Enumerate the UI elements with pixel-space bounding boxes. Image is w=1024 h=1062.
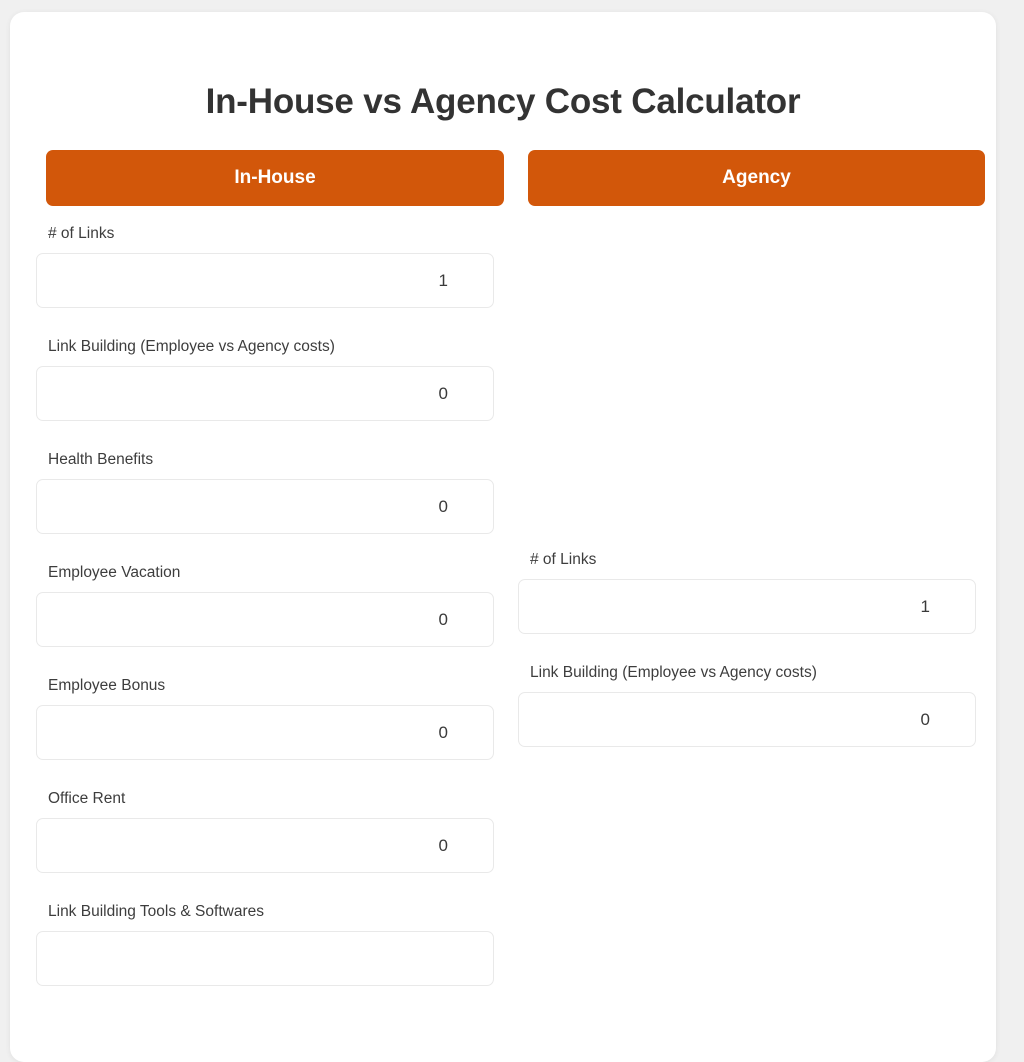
label-agency-link-building: Link Building (Employee vs Agency costs)	[530, 664, 817, 681]
agency-column: # of Links Link Building (Employee vs Ag…	[518, 218, 976, 770]
label-in-house-link-building-tools: Link Building Tools & Softwares	[48, 903, 264, 920]
label-in-house-office-rent: Office Rent	[48, 790, 126, 807]
label-agency-num-links: # of Links	[530, 551, 597, 568]
tab-agency[interactable]: Agency	[528, 150, 985, 206]
label-in-house-num-links: # of Links	[48, 225, 115, 242]
input-agency-link-building[interactable]	[518, 692, 976, 747]
in-house-column: # of Links Link Building (Employee vs Ag…	[36, 218, 494, 1009]
calculator-card: In-House vs Agency Cost Calculator In-Ho…	[10, 12, 996, 1062]
agency-column-spacer	[518, 218, 976, 544]
input-in-house-link-building-tools[interactable]	[36, 931, 494, 986]
tab-in-house[interactable]: In-House	[46, 150, 504, 206]
input-in-house-num-links[interactable]	[36, 253, 494, 308]
columns-container: # of Links Link Building (Employee vs Ag…	[10, 218, 996, 1062]
label-in-house-employee-vacation: Employee Vacation	[48, 564, 181, 581]
input-in-house-link-building[interactable]	[36, 366, 494, 421]
input-in-house-office-rent[interactable]	[36, 818, 494, 873]
input-in-house-employee-bonus[interactable]	[36, 705, 494, 760]
label-in-house-employee-bonus: Employee Bonus	[48, 677, 166, 694]
input-in-house-employee-vacation[interactable]	[36, 592, 494, 647]
input-in-house-health-benefits[interactable]	[36, 479, 494, 534]
input-agency-num-links[interactable]	[518, 579, 976, 634]
page-title: In-House vs Agency Cost Calculator	[205, 82, 801, 121]
tab-bar: In-House Agency	[36, 150, 985, 206]
label-in-house-health-benefits: Health Benefits	[48, 451, 154, 468]
label-in-house-link-building: Link Building (Employee vs Agency costs)	[48, 338, 335, 355]
